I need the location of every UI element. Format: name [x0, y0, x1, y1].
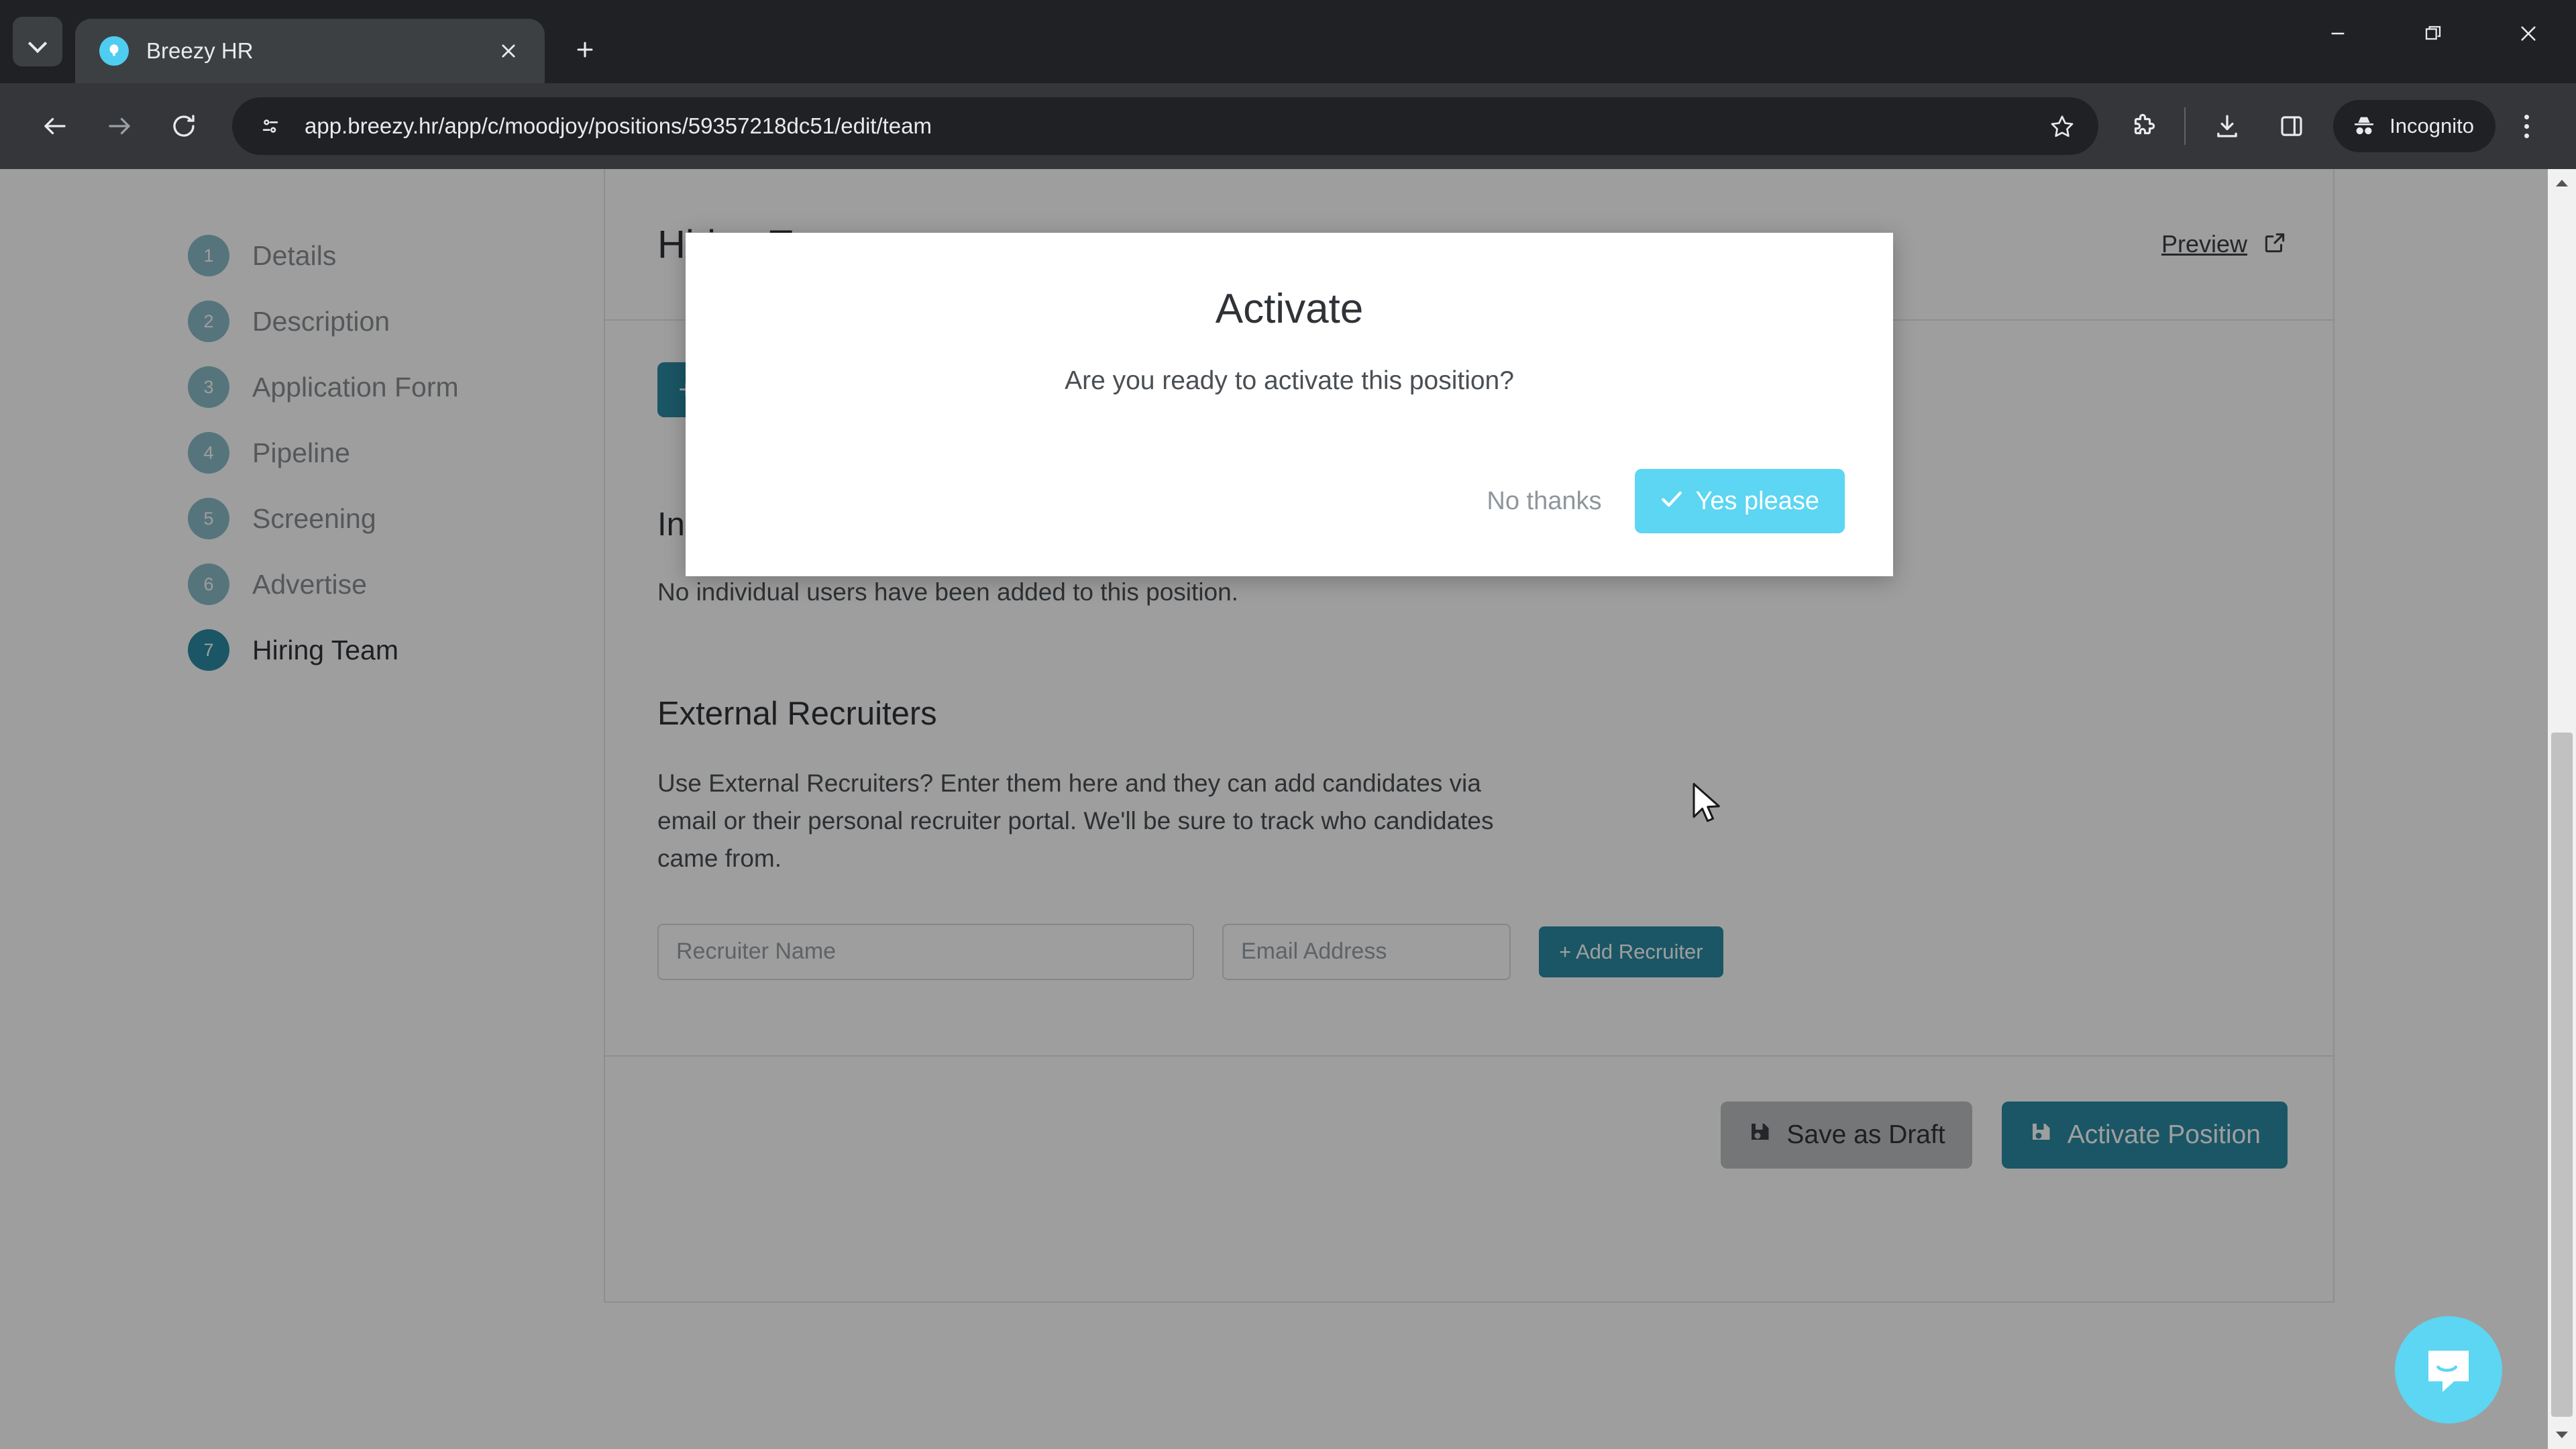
browser-toolbar: app.breezy.hr/app/c/moodjoy/positions/59…	[0, 83, 2576, 169]
extensions-puzzle-icon[interactable]	[2110, 94, 2175, 158]
modal-actions: No thanks Yes please	[686, 469, 1893, 533]
browser-window: Breezy HR app.breezy.hr/app/c/moodjoy/po…	[0, 0, 2576, 1449]
three-dot-menu-icon[interactable]	[2500, 99, 2553, 153]
title-bar: Breezy HR	[0, 0, 2576, 83]
side-panel-icon[interactable]	[2259, 94, 2324, 158]
intercom-chat-button[interactable]	[2395, 1316, 2502, 1424]
new-tab-button[interactable]	[561, 25, 609, 74]
forward-arrow-icon[interactable]	[87, 94, 152, 158]
browser-tab[interactable]: Breezy HR	[75, 19, 545, 83]
back-arrow-icon[interactable]	[23, 94, 87, 158]
address-bar[interactable]: app.breezy.hr/app/c/moodjoy/positions/59…	[232, 97, 2099, 155]
chevron-down-icon	[29, 37, 46, 46]
scroll-up-arrow-icon[interactable]	[2548, 169, 2576, 197]
yes-please-button[interactable]: Yes please	[1635, 469, 1845, 533]
star-icon[interactable]	[2041, 105, 2084, 148]
tab-title: Breezy HR	[146, 38, 254, 63]
scrollbar-thumb[interactable]	[2551, 733, 2573, 1417]
incognito-profile-button[interactable]: Incognito	[2333, 100, 2496, 152]
yes-please-label: Yes please	[1695, 486, 1819, 515]
close-icon[interactable]	[2481, 0, 2576, 67]
url-text: app.breezy.hr/app/c/moodjoy/positions/59…	[305, 113, 932, 138]
breezy-hiring-team-page: 1 Details 2 Description 3 Application Fo…	[0, 169, 2576, 1449]
tab-search-button[interactable]	[13, 17, 62, 66]
incognito-label: Incognito	[2390, 114, 2474, 138]
no-thanks-button[interactable]: No thanks	[1474, 476, 1613, 527]
check-icon	[1660, 487, 1683, 516]
maximize-icon[interactable]	[2385, 0, 2481, 67]
page-scrollbar[interactable]	[2548, 169, 2576, 1449]
minimize-icon[interactable]	[2290, 0, 2385, 67]
scroll-down-arrow-icon[interactable]	[2548, 1421, 2576, 1449]
tab-search-area	[0, 0, 75, 83]
tab-close-icon[interactable]	[491, 34, 526, 68]
toolbar-divider	[2184, 107, 2186, 145]
modal-title: Activate	[1215, 286, 1364, 332]
breezy-logo-icon	[99, 36, 129, 66]
site-settings-icon[interactable]	[251, 107, 290, 146]
window-controls	[2290, 0, 2576, 83]
modal-message: Are you ready to activate this position?	[1065, 366, 1514, 395]
reload-icon[interactable]	[152, 94, 216, 158]
page-viewport: 1 Details 2 Description 3 Application Fo…	[0, 169, 2576, 1449]
download-icon[interactable]	[2195, 94, 2259, 158]
activate-confirmation-modal: Activate Are you ready to activate this …	[686, 233, 1893, 576]
